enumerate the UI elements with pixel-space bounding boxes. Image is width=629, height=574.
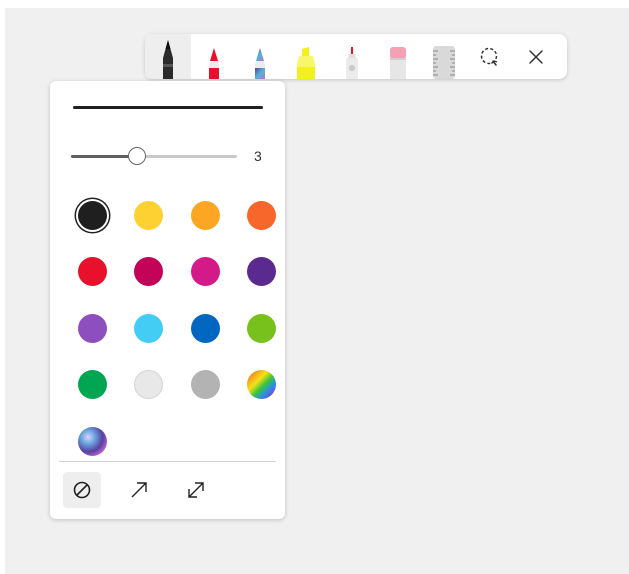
pencil-tool[interactable] — [329, 34, 375, 79]
close-toolbar-button[interactable] — [513, 34, 559, 79]
no-arrow-icon — [73, 481, 91, 499]
color-swatch-lime[interactable] — [247, 313, 277, 343]
pencil-icon — [346, 47, 358, 79]
red-pen-tool[interactable] — [191, 34, 237, 79]
double-arrow-button[interactable] — [177, 472, 215, 508]
color-swatch-black[interactable] — [77, 200, 107, 230]
color-swatch-orange[interactable] — [190, 200, 220, 230]
galaxy-pen-tool[interactable] — [237, 34, 283, 79]
ballpoint-pen-icon — [163, 40, 173, 79]
color-swatch-dark-orange[interactable] — [247, 200, 277, 230]
thickness-slider[interactable] — [71, 146, 237, 168]
swatch-cell — [177, 187, 234, 244]
galaxy-pen-icon — [255, 48, 265, 79]
pen-settings-panel: 3 — [50, 81, 285, 519]
color-swatch-yellow[interactable] — [134, 200, 164, 230]
color-swatch-light-blue[interactable] — [134, 313, 164, 343]
color-palette — [64, 187, 282, 470]
swatch-cell — [64, 244, 121, 301]
color-swatch-magenta[interactable] — [190, 257, 220, 287]
red-pen-icon — [209, 48, 219, 79]
color-swatch-purple[interactable] — [247, 257, 277, 287]
color-swatch-blue[interactable] — [190, 313, 220, 343]
swatch-cell — [121, 187, 178, 244]
stroke-preview — [73, 106, 263, 109]
ink-toolbar — [145, 34, 567, 79]
divider — [59, 461, 276, 462]
color-swatch-crimson[interactable] — [134, 257, 164, 287]
swatch-cell — [121, 300, 178, 357]
eraser-icon — [390, 47, 406, 79]
swatch-cell — [234, 244, 291, 301]
swatch-cell — [121, 357, 178, 414]
color-swatch-red[interactable] — [77, 257, 107, 287]
color-swatch-lavender[interactable] — [77, 313, 107, 343]
swatch-cell — [121, 244, 178, 301]
end-arrow-button[interactable] — [120, 472, 158, 508]
highlighter-icon — [297, 47, 315, 79]
end-arrow-icon — [131, 482, 147, 498]
swatch-cell — [64, 187, 121, 244]
slider-thumb[interactable] — [128, 147, 147, 165]
swatch-cell — [177, 357, 234, 414]
thickness-value: 3 — [254, 148, 262, 164]
color-swatch-galaxy[interactable] — [77, 426, 107, 456]
no-arrow-button[interactable] — [63, 472, 101, 508]
close-icon — [529, 49, 543, 64]
swatch-cell — [64, 300, 121, 357]
eraser-tool[interactable] — [375, 34, 421, 79]
color-swatch-gray[interactable] — [190, 370, 220, 400]
swatch-cell — [234, 300, 291, 357]
swatch-cell — [64, 357, 121, 414]
swatch-cell — [234, 187, 291, 244]
double-arrow-icon — [188, 482, 204, 498]
ballpoint-pen-tool[interactable] — [145, 34, 191, 79]
color-swatch-light-gray[interactable] — [134, 370, 164, 400]
swatch-cell — [177, 300, 234, 357]
swatch-cell — [234, 357, 291, 414]
color-swatch-green[interactable] — [77, 370, 107, 400]
lasso-select-icon — [480, 47, 498, 66]
highlighter-tool[interactable] — [283, 34, 329, 79]
ruler-tool[interactable] — [421, 34, 467, 79]
swatch-cell — [177, 244, 234, 301]
ruler-icon — [433, 46, 455, 79]
color-swatch-rainbow[interactable] — [247, 370, 277, 400]
lasso-select-tool[interactable] — [467, 34, 513, 79]
